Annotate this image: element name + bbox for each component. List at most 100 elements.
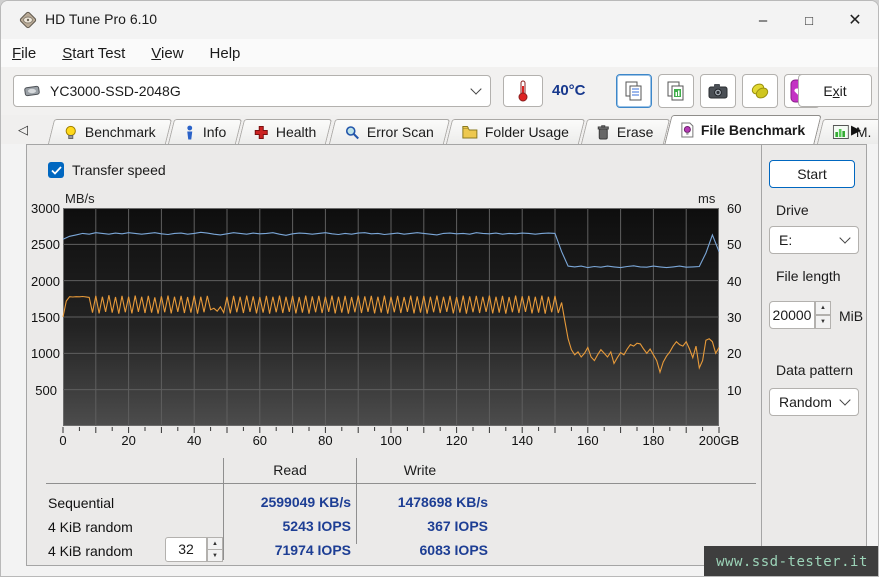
- y-axis-right-tick: 60: [727, 201, 741, 216]
- minimize-button[interactable]: –: [740, 1, 786, 39]
- random-write-value: 367 IOPS: [358, 518, 488, 534]
- donate-button[interactable]: [742, 74, 778, 108]
- health-cross-icon: [254, 125, 269, 140]
- y-axis-left-tick: 500: [31, 383, 57, 398]
- random-qd-read-value: 71974 IOPS: [221, 542, 351, 558]
- exit-button[interactable]: Exit: [798, 74, 872, 107]
- column-header-read: Read: [231, 462, 349, 478]
- y-axis-right-tick: 50: [727, 237, 741, 252]
- x-axis-tick: 0: [59, 433, 66, 448]
- y-axis-left-unit: MB/s: [65, 191, 95, 206]
- x-axis-tick: 40: [187, 433, 201, 448]
- menu-help[interactable]: Help: [210, 45, 241, 62]
- drive-select-combo[interactable]: YC3000-SSD-2048G: [13, 75, 491, 107]
- hands-icon: [749, 81, 771, 101]
- benchmark-chart: [63, 208, 719, 434]
- x-axis-tick: 120: [446, 433, 468, 448]
- drive-select-value: YC3000-SSD-2048G: [50, 83, 181, 99]
- drive-label: Drive: [776, 202, 809, 218]
- app-icon: [18, 10, 38, 30]
- magnifier-icon: [345, 125, 360, 140]
- table-divider-2: [356, 458, 357, 544]
- watermark: www.ssd-tester.it: [704, 546, 879, 577]
- row-label-4kib-random-qd: 4 KiB random: [48, 543, 133, 559]
- x-axis-tick: 80: [318, 433, 332, 448]
- chevron-down-icon: [470, 83, 481, 94]
- y-axis-right-unit: ms: [698, 191, 715, 206]
- tab-error-scan[interactable]: Error Scan: [329, 119, 450, 144]
- table-header-rule: [46, 483, 756, 484]
- folder-icon: [461, 125, 477, 139]
- disk-icon: [24, 84, 42, 98]
- thermometer-icon: [517, 80, 529, 102]
- screenshot-button[interactable]: [700, 74, 736, 108]
- y-axis-left-tick: 3000: [31, 201, 57, 216]
- close-button[interactable]: ✕: [832, 1, 878, 39]
- tab-scroll-right-button[interactable]: ▶: [844, 119, 868, 141]
- hd-tune-window: HD Tune Pro 6.10 – □ ✕ File Start Test V…: [0, 0, 879, 577]
- random-read-value: 5243 IOPS: [221, 518, 351, 534]
- toolbar: YC3000-SSD-2048G 40°C: [1, 67, 878, 115]
- menu-start-test[interactable]: Start Test: [62, 45, 125, 62]
- file-length-down-button[interactable]: ▼: [815, 315, 831, 329]
- x-axis-tick: 20: [121, 433, 135, 448]
- y-axis-right-tick: 30: [727, 310, 741, 325]
- menu-file[interactable]: File: [12, 45, 36, 62]
- data-pattern-value: Random: [779, 394, 832, 410]
- x-axis-tick: 100: [380, 433, 402, 448]
- export-icon: [665, 80, 687, 102]
- start-button[interactable]: Start: [769, 160, 855, 188]
- benchmark-bulb-icon: [64, 125, 78, 140]
- tab-strip: ◁ Benchmark Info Health Error Scan Folde…: [1, 115, 878, 144]
- title-bar: HD Tune Pro 6.10 – □ ✕: [1, 1, 878, 39]
- drive-dropdown-value: E:: [779, 232, 792, 248]
- copy-report-button[interactable]: [616, 74, 652, 108]
- tab-file-benchmark[interactable]: File Benchmark: [665, 115, 822, 144]
- y-axis-right-tick: 20: [727, 346, 741, 361]
- data-pattern-dropdown[interactable]: Random: [769, 388, 859, 416]
- drive-dropdown[interactable]: E:: [769, 226, 859, 254]
- tab-health[interactable]: Health: [238, 119, 333, 144]
- menu-bar: File Start Test View Help: [1, 39, 878, 67]
- queue-depth-input[interactable]: 32: [165, 537, 207, 562]
- panel-divider: [761, 144, 762, 566]
- column-header-write: Write: [361, 462, 479, 478]
- tab-erase[interactable]: Erase: [580, 119, 669, 144]
- y-axis-right-tick: 40: [727, 274, 741, 289]
- row-label-4kib-random: 4 KiB random: [48, 519, 133, 535]
- y-axis-left-tick: 2500: [31, 237, 57, 252]
- trash-icon: [596, 125, 609, 140]
- x-axis-tick: 160: [577, 433, 599, 448]
- chevron-down-icon: [839, 232, 850, 243]
- file-length-input[interactable]: 20000: [769, 301, 815, 329]
- transfer-speed-label: Transfer speed: [72, 162, 166, 178]
- data-pattern-label: Data pattern: [776, 362, 853, 378]
- x-axis-tick: 140: [511, 433, 533, 448]
- sequential-read-value: 2599049 KB/s: [221, 494, 351, 510]
- tab-scroll-left-button[interactable]: ◁: [11, 119, 35, 141]
- x-axis-tick: 180: [643, 433, 665, 448]
- random-qd-write-value: 6083 IOPS: [358, 542, 488, 558]
- row-label-sequential: Sequential: [48, 495, 114, 511]
- x-axis-tick: 60: [253, 433, 267, 448]
- y-axis-left-tick: 1500: [31, 310, 57, 325]
- file-length-label: File length: [776, 268, 841, 284]
- menu-view[interactable]: View: [151, 45, 183, 62]
- camera-icon: [707, 82, 729, 100]
- tab-info[interactable]: Info: [168, 119, 243, 144]
- tab-benchmark[interactable]: Benchmark: [48, 119, 172, 144]
- x-axis-tick: 200GB: [699, 433, 739, 448]
- temperature-button[interactable]: [503, 75, 543, 107]
- maximize-button[interactable]: □: [786, 1, 832, 39]
- transfer-speed-checkbox[interactable]: [48, 162, 64, 178]
- window-title: HD Tune Pro 6.10: [45, 11, 157, 27]
- sequential-write-value: 1478698 KB/s: [358, 494, 488, 510]
- tab-folder-usage[interactable]: Folder Usage: [445, 119, 584, 144]
- export-results-button[interactable]: [658, 74, 694, 108]
- file-length-unit: MiB: [839, 308, 863, 324]
- y-axis-right-tick: 10: [727, 383, 741, 398]
- file-benchmark-icon: [681, 122, 694, 138]
- info-icon: [184, 125, 196, 140]
- file-length-up-button[interactable]: ▲: [815, 301, 831, 315]
- check-icon: [51, 166, 62, 175]
